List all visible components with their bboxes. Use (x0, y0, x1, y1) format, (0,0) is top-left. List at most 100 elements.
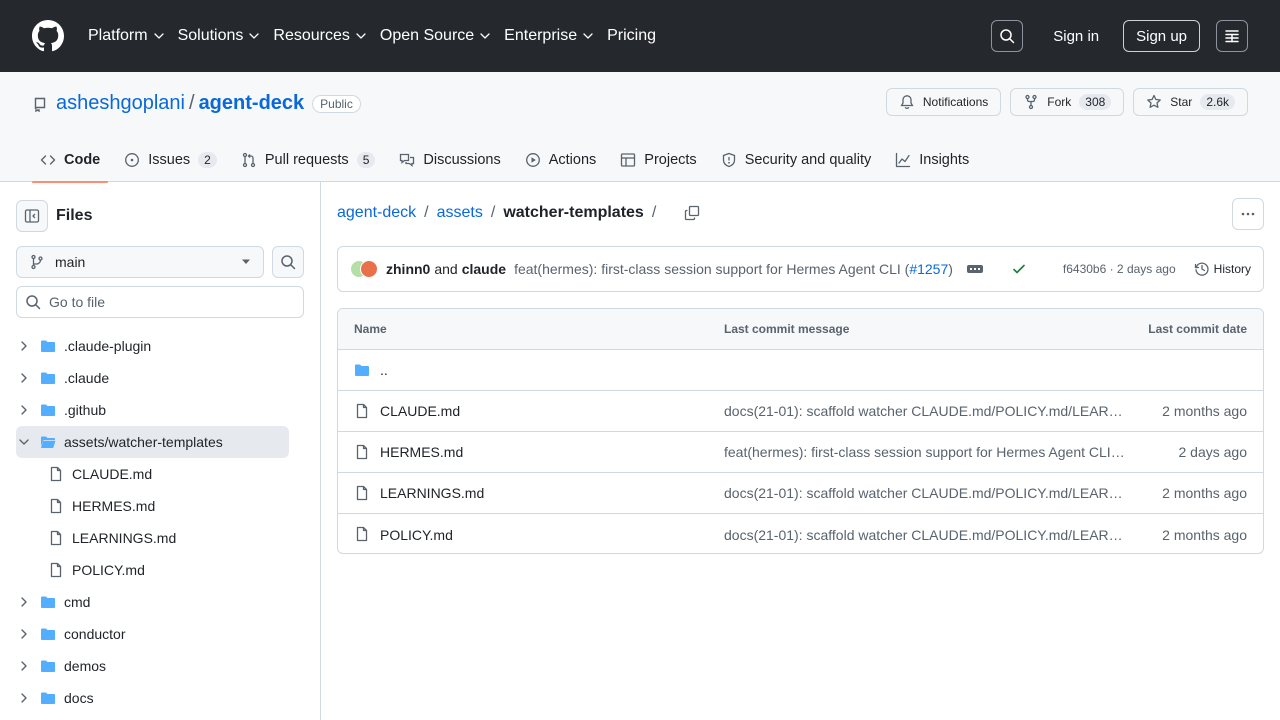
commit-meta[interactable]: f6430b6 · 2 days ago (1063, 262, 1176, 276)
commit-message-link[interactable]: docs(21-01): scaffold watcher CLAUDE.md/… (724, 403, 1126, 419)
tree-folder[interactable]: demos (16, 650, 289, 682)
commit-message[interactable]: feat(hermes): first-class session suppor… (514, 261, 953, 277)
tab-pull-requests[interactable]: Pull requests 5 (233, 137, 384, 182)
github-logo-icon[interactable] (32, 20, 64, 52)
tree-file[interactable]: POLICY.md (16, 554, 289, 586)
chevron-down-icon (153, 33, 164, 39)
menu-button[interactable] (1216, 20, 1248, 52)
commit-message-link[interactable]: docs(21-01): scaffold watcher CLAUDE.md/… (724, 485, 1126, 501)
tree-file[interactable]: CLAUDE.md (16, 458, 289, 490)
tab-security-and-quality[interactable]: Security and quality (713, 137, 880, 182)
sign-in-link[interactable]: Sign in (1053, 28, 1099, 45)
tree-toggle[interactable] (16, 402, 32, 418)
tree-file[interactable]: HERMES.md (16, 490, 289, 522)
tab-discussions[interactable]: Discussions (391, 137, 508, 182)
repo-title: asheshgoplani / agent-deck Public (32, 92, 361, 115)
folder-icon (41, 692, 55, 704)
tree-toggle[interactable] (16, 370, 32, 386)
parent-directory-row[interactable]: .. (338, 350, 1263, 391)
author-avatars[interactable] (350, 258, 380, 280)
go-to-file-input[interactable]: Go to file (16, 286, 304, 318)
tree-folder[interactable]: .github (16, 394, 289, 426)
tab-issues[interactable]: Issues 2 (116, 137, 225, 182)
tab-code[interactable]: Code (32, 137, 109, 183)
folder-icon (41, 404, 55, 416)
discussions-icon (400, 153, 415, 167)
nav-item-resources[interactable]: Resources (273, 27, 366, 45)
nav-item-solutions[interactable]: Solutions (178, 27, 260, 45)
nav-item-platform[interactable]: Platform (88, 27, 164, 45)
tree-item-label: CLAUDE.md (72, 466, 153, 482)
sidebar-collapse-icon (24, 209, 40, 223)
tree-toggle[interactable] (16, 434, 32, 450)
search-icon (26, 295, 41, 310)
file-name-link[interactable]: POLICY.md (380, 527, 453, 543)
commit-author-1[interactable]: zhinn0 (386, 261, 430, 277)
menu-icon (1225, 30, 1239, 43)
tree-toggle[interactable] (16, 690, 32, 706)
tab-label: Code (64, 151, 101, 168)
file-name-link[interactable]: HERMES.md (380, 444, 463, 460)
check-icon (1013, 264, 1025, 274)
tree-folder[interactable]: docs (16, 682, 289, 714)
kebab-horizontal-icon (1241, 212, 1255, 216)
notifications-label: Notifications (922, 95, 989, 109)
table-row: HERMES.md feat(hermes): first-class sessi… (338, 432, 1263, 473)
tree-folder[interactable]: conductor (16, 618, 289, 650)
nav-item-pricing[interactable]: Pricing (607, 27, 656, 45)
sign-up-button[interactable]: Sign up (1123, 20, 1200, 52)
breadcrumb-separator: / (424, 204, 429, 221)
breadcrumb-assets[interactable]: assets (437, 204, 483, 222)
tree-toggle[interactable] (16, 626, 32, 642)
commit-message-link[interactable]: docs(21-01): scaffold watcher CLAUDE.md/… (724, 527, 1126, 543)
tree-file[interactable]: LEARNINGS.md (16, 522, 289, 554)
folder-open-icon (41, 436, 56, 448)
repo-name-link[interactable]: agent-deck (199, 92, 305, 115)
file-name-link[interactable]: LEARNINGS.md (380, 485, 484, 501)
commit-message-link[interactable]: feat(hermes): first-class session suppor… (724, 444, 1126, 460)
tab-projects[interactable]: Projects (612, 137, 704, 182)
tree-item-label: cmd (64, 594, 91, 610)
repo-owner-link[interactable]: asheshgoplani (56, 92, 185, 115)
file-icon (50, 466, 62, 482)
search-button[interactable] (991, 20, 1024, 52)
branch-selector[interactable]: main (16, 246, 264, 278)
tree-toggle[interactable] (16, 594, 32, 610)
tab-count: 2 (198, 151, 217, 168)
chevron-down-icon (19, 439, 29, 445)
notifications-button[interactable]: Notifications (885, 88, 1002, 116)
tree-toggle[interactable] (16, 338, 32, 354)
star-button[interactable]: Star 2.6k (1133, 88, 1248, 116)
tree-toggle[interactable] (16, 658, 32, 674)
history-link[interactable]: History (1194, 261, 1251, 277)
file-icon (356, 444, 368, 460)
commit-pr-link[interactable]: #1257 (909, 261, 948, 277)
folder-icon (41, 340, 55, 352)
sidebar-search-button[interactable] (272, 246, 304, 278)
breadcrumb-root[interactable]: agent-deck (337, 204, 416, 222)
chevron-right-icon (21, 661, 27, 671)
parent-directory-label[interactable]: .. (380, 362, 388, 378)
copy-path-button[interactable] (684, 205, 700, 221)
commit-date: 2 months ago (1162, 485, 1247, 501)
expand-commit-button[interactable] (966, 265, 983, 273)
nav-item-enterprise[interactable]: Enterprise (504, 27, 593, 45)
fork-button[interactable]: Fork 308 (1010, 88, 1125, 116)
tree-folder[interactable]: .claude (16, 362, 289, 394)
commit-author-2[interactable]: claude (462, 261, 506, 277)
play-icon (525, 152, 540, 167)
tab-actions[interactable]: Actions (517, 137, 605, 182)
tree-folder[interactable]: .claude-plugin (16, 330, 289, 362)
chevron-right-icon (21, 405, 27, 415)
tab-insights[interactable]: Insights (887, 137, 977, 182)
star-label: Star (1170, 95, 1193, 109)
more-options-button[interactable] (1232, 198, 1264, 230)
file-name-link[interactable]: CLAUDE.md (380, 403, 460, 419)
column-last-commit-message: Last commit message (724, 322, 850, 336)
tree-folder[interactable]: assets/watcher-templates (16, 426, 289, 458)
copy-icon (685, 205, 700, 221)
tree-folder[interactable]: cmd (16, 586, 289, 618)
chevron-right-icon (21, 373, 27, 383)
nav-item-open-source[interactable]: Open Source (380, 27, 490, 45)
collapse-sidebar-button[interactable] (16, 200, 48, 232)
